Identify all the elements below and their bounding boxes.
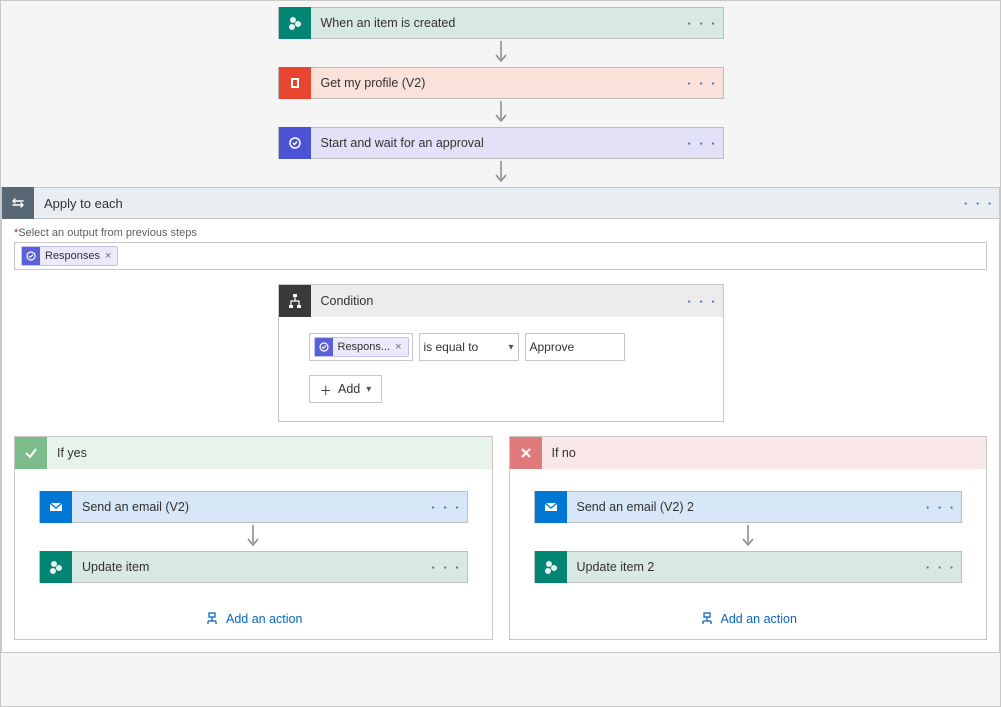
condition-body: Respons... × is equal to ▾ Approve ＋ Add (279, 317, 723, 421)
condition-header[interactable]: Condition · · · (279, 285, 723, 317)
ellipsis-icon[interactable]: · · · (683, 16, 723, 31)
trigger-label: When an item is created (311, 16, 683, 30)
plus-icon: ＋ (320, 380, 333, 399)
apply-to-each-body: *Select an output from previous steps Re… (1, 219, 1000, 653)
outlook-icon (40, 491, 72, 523)
ellipsis-icon[interactable]: · · · (683, 76, 723, 91)
arrow-down-icon (495, 99, 507, 127)
condition-container: Condition · · · Respons... × (14, 284, 987, 422)
trigger-when-item-created[interactable]: When an item is created · · · (278, 7, 724, 39)
action-label: Send an email (V2) (72, 500, 427, 514)
add-condition-button[interactable]: ＋ Add ▾ (309, 375, 383, 403)
ellipsis-icon[interactable]: · · · (683, 294, 723, 309)
output-selector-field[interactable]: Responses × (14, 242, 987, 270)
condition-row: Respons... × is equal to ▾ Approve (309, 333, 693, 361)
output-selector-label: *Select an output from previous steps (14, 227, 987, 239)
condition-card: Condition · · · Respons... × (278, 284, 724, 422)
action-get-my-profile[interactable]: Get my profile (V2) · · · (278, 67, 724, 99)
action-label: Start and wait for an approval (311, 136, 683, 150)
branch-label: If yes (47, 446, 492, 460)
arrow-down-icon (495, 39, 507, 67)
ellipsis-icon[interactable]: · · · (921, 500, 961, 515)
add-action-icon (204, 611, 220, 627)
check-icon (15, 437, 47, 469)
chevron-down-icon: ▾ (366, 384, 371, 395)
add-action-link[interactable]: Add an action (204, 611, 302, 627)
ellipsis-icon[interactable]: · · · (921, 560, 961, 575)
approvals-icon (279, 127, 311, 159)
action-start-approval[interactable]: Start and wait for an approval · · · (278, 127, 724, 159)
branch-label: If no (542, 446, 987, 460)
sharepoint-icon (535, 551, 567, 583)
arrow-down-icon (247, 523, 259, 551)
action-update-item-2[interactable]: Update item 2 · · · (534, 551, 963, 583)
token-response[interactable]: Respons... × (314, 337, 409, 357)
action-label: Update item (72, 560, 427, 574)
action-label: Update item 2 (567, 560, 922, 574)
ellipsis-icon[interactable]: · · · (427, 500, 467, 515)
branch-header-yes: If yes (15, 437, 492, 469)
token-label: Responses (45, 250, 100, 262)
branch-header-no: If no (510, 437, 987, 469)
token-responses[interactable]: Responses × (21, 246, 118, 266)
ellipsis-icon[interactable]: · · · (683, 136, 723, 151)
condition-icon (279, 285, 311, 317)
action-label: Send an email (V2) 2 (567, 500, 922, 514)
chevron-down-icon: ▾ (508, 342, 513, 353)
arrow-down-icon (742, 523, 754, 551)
ellipsis-icon[interactable]: · · · (427, 560, 467, 575)
action-update-item[interactable]: Update item · · · (39, 551, 468, 583)
arrow-down-icon (495, 159, 507, 187)
trigger-sequence: When an item is created · · · Get my pro… (1, 1, 1000, 187)
branch-if-no: If no Send an email (V2) 2 · · · (509, 436, 988, 640)
add-action-link[interactable]: Add an action (699, 611, 797, 627)
approvals-icon (315, 338, 333, 356)
condition-branches: If yes Send an email (V2) · · · (14, 436, 987, 640)
sharepoint-icon (40, 551, 72, 583)
remove-token-icon[interactable]: × (105, 250, 111, 262)
condition-operator-select[interactable]: is equal to ▾ (419, 333, 519, 361)
loop-icon (2, 187, 34, 219)
remove-token-icon[interactable]: × (395, 341, 401, 353)
action-label: Get my profile (V2) (311, 76, 683, 90)
sharepoint-icon (279, 7, 311, 39)
condition-right-value[interactable]: Approve (525, 333, 625, 361)
condition-title: Condition (311, 294, 683, 308)
token-label: Respons... (338, 341, 391, 353)
action-send-email-2[interactable]: Send an email (V2) 2 · · · (534, 491, 963, 523)
action-send-email[interactable]: Send an email (V2) · · · (39, 491, 468, 523)
branch-if-yes: If yes Send an email (V2) · · · (14, 436, 493, 640)
action-apply-to-each-header[interactable]: Apply to each · · · (1, 187, 1000, 219)
condition-left-value[interactable]: Respons... × (309, 333, 413, 361)
office365-icon (279, 67, 311, 99)
outlook-icon (535, 491, 567, 523)
close-icon (510, 437, 542, 469)
ellipsis-icon[interactable]: · · · (959, 196, 999, 211)
add-action-icon (699, 611, 715, 627)
approvals-icon (22, 247, 40, 265)
apply-to-each-label: Apply to each (34, 196, 959, 211)
